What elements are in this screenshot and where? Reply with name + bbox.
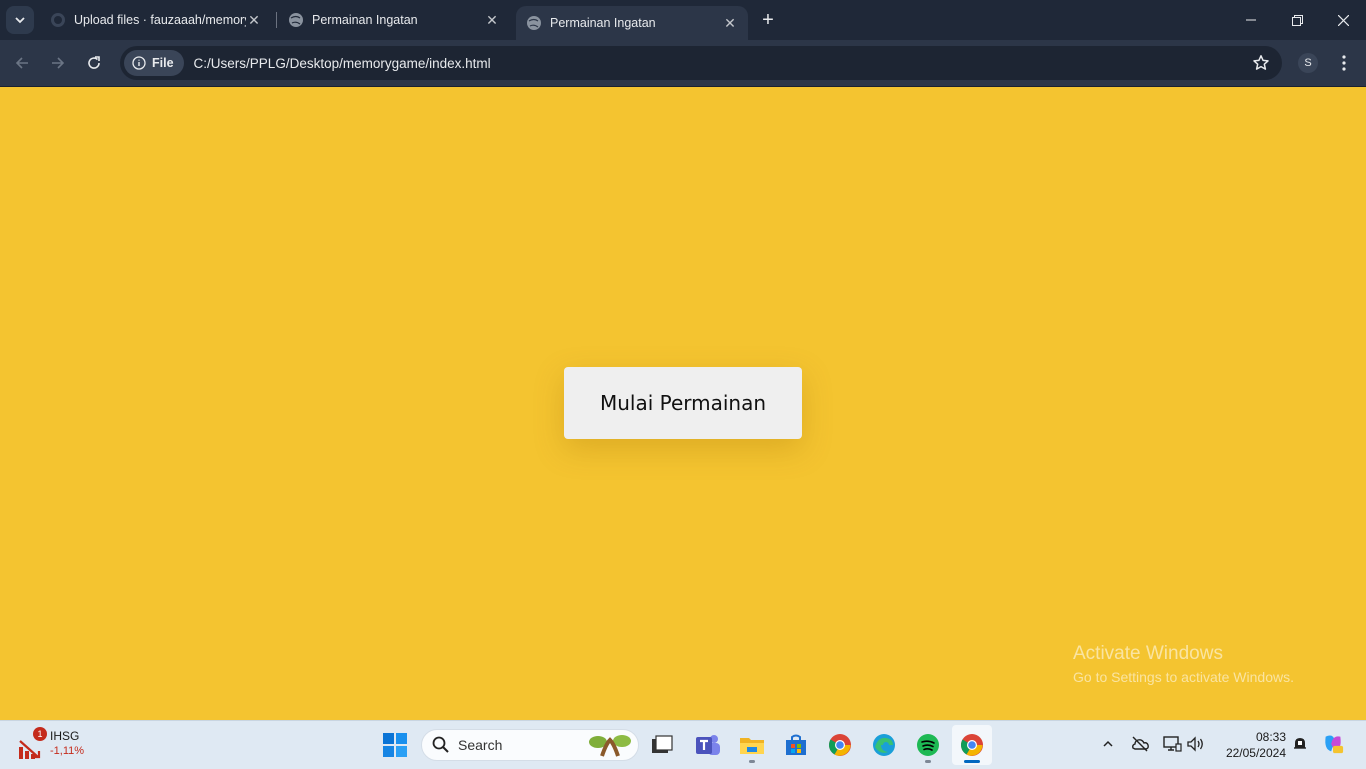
game-page: Mulai Permainan Activate Windows Go to S… (0, 87, 1366, 720)
file-explorer-button[interactable] (732, 725, 772, 765)
profile-avatar[interactable]: S (1298, 53, 1318, 73)
clock[interactable]: 08:33 22/05/2024 (1212, 729, 1286, 761)
info-icon (132, 56, 146, 70)
search-highlight-icon (589, 735, 631, 757)
github-icon (51, 13, 65, 27)
task-view-icon (652, 735, 673, 753)
teams-button[interactable] (688, 725, 728, 765)
notification-badge: 1 (33, 727, 47, 741)
tab-title: Upload files · fauzaaah/memory (74, 13, 246, 27)
start-game-button[interactable]: Mulai Permainan (564, 367, 802, 439)
chevron-down-icon (15, 17, 25, 24)
chrome-active-button[interactable] (952, 725, 992, 765)
more-vertical-icon (1342, 55, 1346, 71)
edge-icon (873, 734, 895, 756)
taskbar: 1 IHSG -1,11% Search 08:33 22/05/2024 (0, 720, 1366, 769)
network-icon (1163, 736, 1182, 752)
copilot-icon (1325, 735, 1344, 754)
tab-title: Permainan Ingatan (550, 16, 656, 30)
clock-time: 08:33 (1255, 730, 1286, 744)
back-button[interactable] (8, 49, 36, 77)
arrow-left-icon (15, 57, 28, 69)
tab-permainan-ingatan-active[interactable]: Permainan Ingatan ✕ (516, 6, 748, 40)
widget-name: IHSG (50, 729, 80, 743)
taskbar-search[interactable]: Search (421, 729, 639, 761)
task-view-button[interactable] (642, 725, 682, 765)
restore-button[interactable] (1274, 0, 1320, 40)
globe-icon (527, 16, 541, 30)
running-indicator (749, 760, 755, 763)
chrome-icon (829, 734, 851, 756)
volume-button[interactable] (1185, 733, 1207, 755)
stock-widget[interactable]: 1 IHSG -1,11% (14, 727, 104, 763)
chrome-icon (961, 734, 983, 756)
store-icon (786, 734, 806, 755)
arrow-right-icon (52, 57, 65, 69)
address-bar[interactable]: File C:/Users/PPLG/Desktop/memorygame/in… (120, 46, 1282, 80)
onedrive-button[interactable] (1129, 733, 1151, 755)
watermark-subtitle: Go to Settings to activate Windows. (1073, 669, 1294, 685)
restore-icon (1291, 14, 1303, 26)
tab-strip: Upload files · fauzaaah/memory ✕ Permain… (0, 0, 1366, 40)
folder-icon (740, 738, 764, 754)
chip-label: File (152, 56, 174, 70)
site-info-chip[interactable]: File (124, 50, 184, 76)
activate-windows-watermark: Activate Windows Go to Settings to activ… (1073, 643, 1294, 685)
close-window-button[interactable] (1320, 0, 1366, 40)
store-button[interactable] (776, 725, 816, 765)
tab-separator (276, 12, 277, 28)
cloud-offline-icon (1132, 736, 1149, 752)
url-text[interactable]: C:/Users/PPLG/Desktop/memorygame/index.h… (194, 56, 491, 71)
bookmark-button[interactable] (1252, 54, 1270, 77)
forward-button[interactable] (44, 49, 72, 77)
reload-icon (88, 56, 100, 69)
chrome-button[interactable] (820, 725, 860, 765)
start-icon (383, 733, 407, 757)
minimize-button[interactable] (1228, 0, 1274, 40)
watermark-title: Activate Windows (1073, 643, 1223, 664)
star-icon (1253, 55, 1269, 70)
notifications-button[interactable] (1289, 733, 1311, 755)
minimize-icon (1246, 19, 1256, 21)
clock-date: 22/05/2024 (1225, 746, 1286, 760)
spotify-button[interactable] (908, 725, 948, 765)
running-indicator (925, 760, 931, 763)
tab-search-button[interactable] (6, 6, 34, 34)
close-icon[interactable]: ✕ (484, 12, 500, 28)
close-icon[interactable]: ✕ (246, 12, 262, 28)
speaker-icon (1187, 736, 1203, 752)
close-icon (1337, 14, 1349, 26)
tab-title: Permainan Ingatan (312, 13, 418, 27)
edge-button[interactable] (864, 725, 904, 765)
notification-bell-icon (1294, 738, 1306, 749)
search-icon (432, 736, 449, 753)
spotify-icon (917, 734, 939, 756)
chevron-up-icon (1103, 740, 1113, 747)
teams-icon (696, 735, 720, 755)
start-button[interactable] (375, 725, 415, 765)
active-indicator (964, 760, 980, 763)
new-tab-button[interactable]: + (756, 8, 780, 32)
menu-button[interactable] (1334, 52, 1354, 74)
browser-toolbar: File C:/Users/PPLG/Desktop/memorygame/in… (0, 40, 1366, 87)
widget-change: -1,11% (50, 745, 85, 757)
show-hidden-icons-button[interactable] (1097, 733, 1119, 755)
copilot-button[interactable] (1322, 733, 1344, 755)
tab-permainan-ingatan[interactable]: Permainan Ingatan ✕ (278, 0, 510, 40)
network-button[interactable] (1161, 733, 1183, 755)
close-icon[interactable]: ✕ (722, 15, 738, 31)
search-label: Search (458, 737, 503, 753)
reload-button[interactable] (80, 49, 108, 77)
globe-icon (289, 13, 303, 27)
tab-upload-files[interactable]: Upload files · fauzaaah/memory ✕ (40, 0, 272, 40)
